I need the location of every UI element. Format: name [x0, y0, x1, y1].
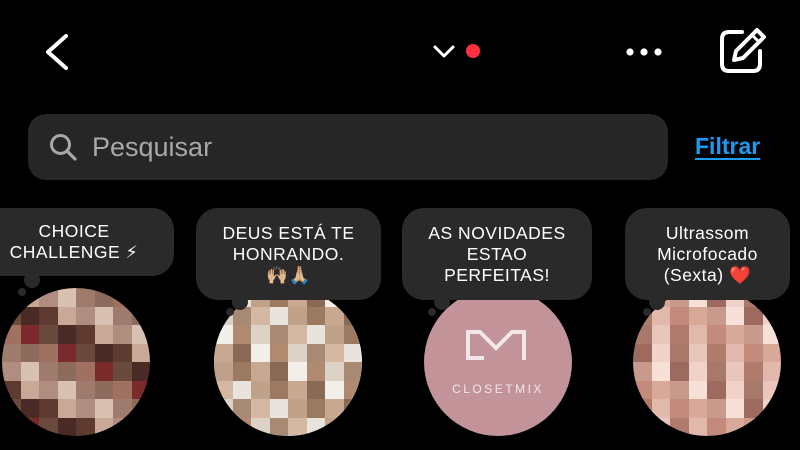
pixelated-photo	[633, 288, 781, 436]
notification-dot	[466, 44, 480, 58]
closetmix-logo-icon	[466, 330, 526, 360]
brand-logo-avatar: CLOSETMIX	[424, 288, 572, 436]
avatar	[633, 288, 781, 436]
pixelated-photo	[2, 288, 150, 436]
search-input[interactable]	[92, 124, 652, 170]
edit-square-icon	[720, 28, 766, 73]
more-options-button[interactable]	[622, 38, 666, 66]
avatar	[2, 288, 150, 436]
note-item[interactable]: CLOSETMIX AS NOVIDADES ESTAO PERFEITAS!	[396, 208, 592, 450]
note-bubble: DEUS ESTÁ TE HONRANDO. 🙌🏼🙏🏼	[196, 208, 381, 300]
search-icon	[50, 134, 77, 161]
filter-link[interactable]: Filtrar	[695, 133, 760, 160]
top-bar	[0, 0, 800, 100]
ellipsis-horizontal-icon	[626, 48, 662, 56]
note-bubble: AS NOVIDADES ESTAO PERFEITAS!	[402, 208, 592, 300]
back-button[interactable]	[38, 30, 78, 74]
logo-text: CLOSETMIX	[452, 382, 544, 396]
note-item[interactable]: CHOICE CHALLENGE ⚡	[0, 208, 174, 450]
note-item[interactable]: Ultrassom Microfocado (Sexta) ❤️	[605, 208, 795, 450]
search-bar[interactable]	[28, 114, 668, 180]
pixelated-photo	[214, 288, 362, 436]
avatar	[214, 288, 362, 436]
note-bubble: Ultrassom Microfocado (Sexta) ❤️	[625, 208, 790, 300]
chevron-down-icon	[433, 45, 455, 58]
account-switcher[interactable]	[430, 40, 490, 64]
note-bubble: CHOICE CHALLENGE ⚡	[0, 208, 174, 276]
new-message-button[interactable]	[715, 26, 769, 76]
note-item[interactable]: DEUS ESTÁ TE HONRANDO. 🙌🏼🙏🏼	[186, 208, 381, 450]
chevron-left-icon	[46, 34, 68, 70]
